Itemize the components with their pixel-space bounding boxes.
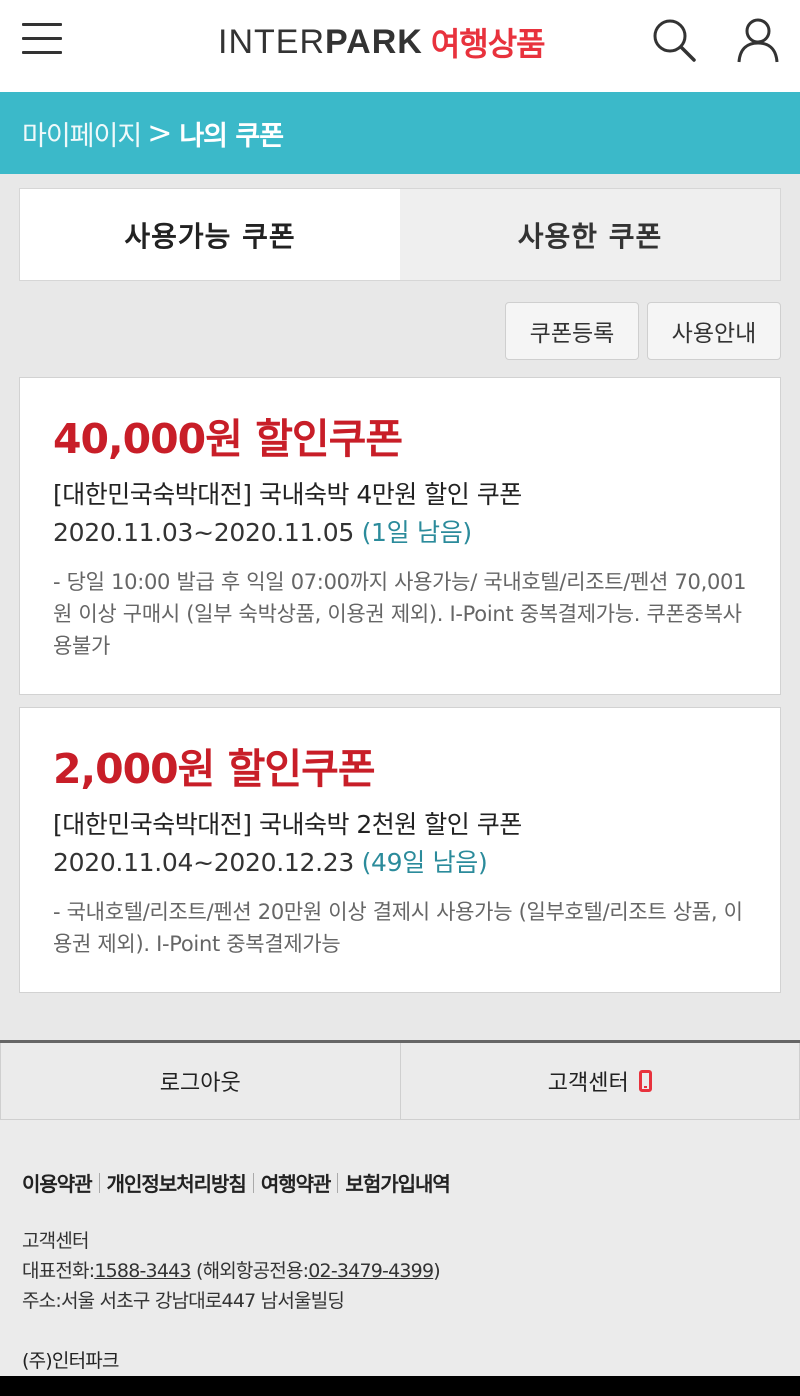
breadcrumb-mypage[interactable]: 마이페이지	[22, 114, 142, 153]
logo-subtitle: 여행상품	[430, 25, 546, 63]
logout-label: 로그아웃	[159, 1071, 241, 1096]
coupon-description: - 국내호텔/리조트/펜션 20만원 이상 결제시 사용가능 (일부호텔/리조트…	[53, 900, 743, 956]
breadcrumb-separator: >	[147, 115, 172, 151]
coupon-period: 2020.11.04~2020.12.23 (49일 남음)	[53, 844, 780, 882]
coupon-card: 2,000원 할인쿠폰 [대한민국숙박대전] 국내숙박 2천원 할인 쿠폰 20…	[19, 707, 781, 993]
coupon-card: 40,000원 할인쿠폰 [대한민국숙박대전] 국내숙박 4만원 할인 쿠폰 2…	[19, 377, 781, 695]
search-icon[interactable]	[650, 16, 698, 64]
overseas-phone-number[interactable]: 02-3479-4399	[308, 1260, 434, 1282]
policy-links: 이용약관 개인정보처리방침 여행약관 보험가입내역	[22, 1168, 451, 1197]
register-coupon-button[interactable]: 쿠폰등록	[505, 302, 639, 360]
breadcrumb-current: 나의 쿠폰	[179, 120, 284, 152]
main-phone-number[interactable]: 1588-3443	[94, 1260, 191, 1282]
mobile-phone-icon	[638, 1070, 652, 1092]
coupon-period: 2020.11.03~2020.11.05 (1일 남음)	[53, 514, 780, 552]
link-divider	[98, 1172, 100, 1193]
logo[interactable]: INTERPARK 여행상품	[218, 18, 546, 66]
user-icon[interactable]	[734, 16, 782, 64]
coupon-title: 2,000원 할인쿠폰	[53, 745, 376, 793]
footer-link-privacy[interactable]: 개인정보처리방침	[107, 1168, 247, 1197]
footer-info: 이용약관 개인정보처리방침 여행약관 보험가입내역 고객센터 대표전화:1588…	[0, 1120, 800, 1376]
coupon-date-range: 2020.11.04~2020.12.23	[53, 848, 354, 877]
contact-info: 고객센터 대표전화:1588-3443 (해외항공전용:02-3479-4399…	[22, 1226, 441, 1316]
coupon-remaining-days: (1일 남음)	[361, 518, 473, 547]
usage-guide-button[interactable]: 사용안내	[647, 302, 781, 360]
coupon-name: [대한민국숙박대전] 국내숙박 4만원 할인 쿠폰	[53, 480, 522, 509]
coupon-date-range: 2020.11.03~2020.11.05	[53, 518, 354, 547]
tab-available-coupons[interactable]: 사용가능 쿠폰	[20, 189, 400, 280]
contact-title: 고객센터	[22, 1230, 90, 1252]
address: 주소:서울 서초구 강남대로447 남서울빌딩	[22, 1290, 345, 1312]
customer-center-button[interactable]: 고객센터	[400, 1043, 800, 1120]
coupon-description: - 당일 10:00 발급 후 익일 07:00까지 사용가능/ 국내호텔/리조…	[53, 570, 747, 658]
phone-label: 대표전화:	[22, 1260, 95, 1282]
overseas-label: (해외항공전용:	[195, 1260, 309, 1282]
customer-center-label: 고객센터	[547, 1071, 629, 1096]
overseas-close: )	[433, 1260, 440, 1282]
coupon-remaining-days: (49일 남음)	[361, 848, 488, 877]
coupon-title: 40,000원 할인쿠폰	[53, 415, 403, 463]
footer-link-insurance[interactable]: 보험가입내역	[345, 1168, 450, 1197]
logo-brand: INTERPARK	[218, 22, 423, 61]
logout-button[interactable]: 로그아웃	[0, 1043, 401, 1120]
tab-used-coupons[interactable]: 사용한 쿠폰	[400, 189, 780, 280]
system-navigation-bar	[0, 1376, 800, 1396]
contact-phones: 대표전화:1588-3443 (해외항공전용:02-3479-4399)	[22, 1256, 441, 1286]
company-name: (주)인터파크	[22, 1350, 119, 1372]
app-header: INTERPARK 여행상품	[0, 0, 800, 92]
footer-button-bar: 로그아웃 고객센터	[0, 1040, 800, 1120]
hamburger-menu-icon[interactable]	[22, 22, 64, 56]
coupon-name: [대한민국숙박대전] 국내숙박 2천원 할인 쿠폰	[53, 810, 522, 839]
link-divider	[252, 1172, 254, 1193]
footer-link-terms[interactable]: 이용약관	[22, 1168, 93, 1197]
coupon-tabs: 사용가능 쿠폰 사용한 쿠폰	[19, 188, 781, 281]
footer-link-travel-terms[interactable]: 여행약관	[261, 1168, 332, 1197]
breadcrumb: 마이페이지 > 나의 쿠폰	[0, 92, 800, 174]
link-divider	[337, 1172, 339, 1193]
